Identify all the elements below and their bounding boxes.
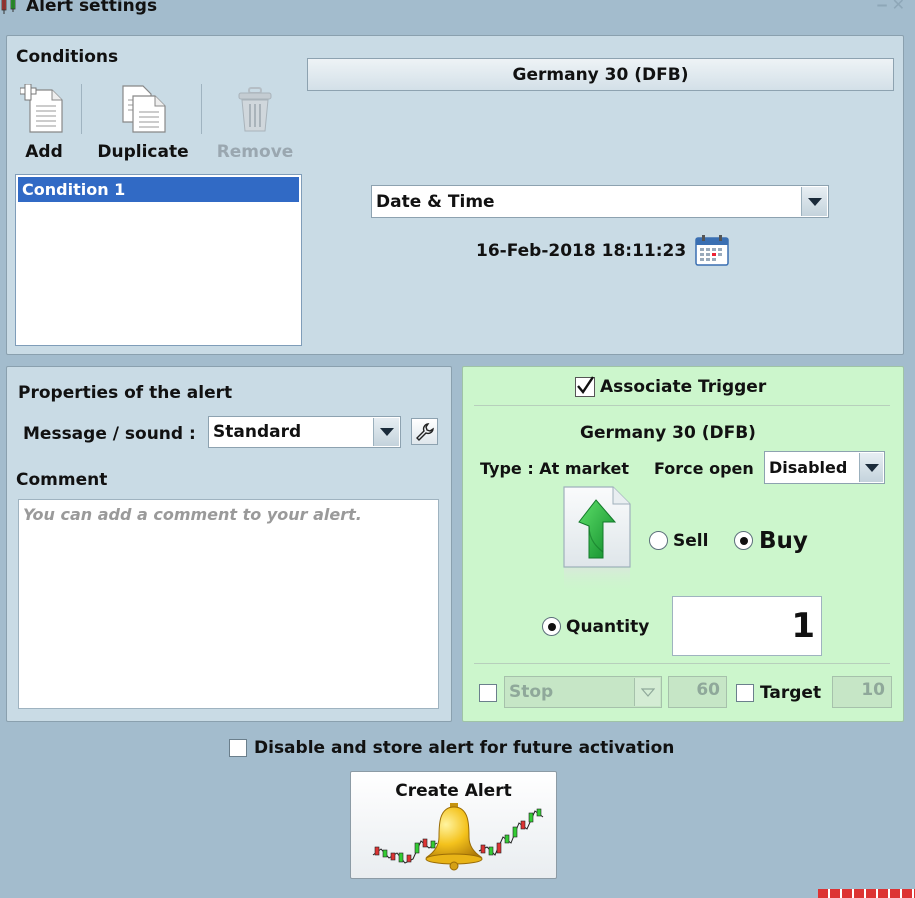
sell-radio[interactable] — [649, 531, 668, 550]
divider — [474, 405, 890, 406]
chevron-down-icon — [634, 678, 660, 706]
buy-label: Buy — [759, 528, 808, 554]
condition-type-value: Date & Time — [376, 191, 495, 212]
stop-label: Stop — [509, 682, 554, 702]
stop-value-input[interactable]: 60 — [668, 676, 727, 708]
force-open-value: Disabled — [769, 458, 848, 477]
conditions-heading: Conditions — [16, 47, 119, 67]
target-checkbox[interactable] — [736, 684, 754, 702]
target-value-input[interactable]: 10 — [832, 676, 892, 708]
minimize-icon[interactable]: ‒ — [876, 0, 891, 14]
remove-condition-button[interactable]: Remove — [212, 84, 298, 162]
target-label: Target — [760, 683, 822, 703]
stop-checkbox[interactable] — [479, 684, 497, 702]
comment-heading: Comment — [16, 470, 108, 490]
window-controls: ‒✕ — [876, 0, 909, 14]
message-sound-label: Message / sound : — [23, 424, 196, 444]
comment-textarea[interactable]: You can add a comment to your alert. — [18, 499, 439, 709]
calendar-icon[interactable] — [695, 234, 729, 270]
quantity-input[interactable]: 1 — [672, 596, 822, 656]
duplicate-condition-button[interactable]: Duplicate — [92, 84, 194, 162]
radio-dot — [547, 622, 556, 631]
associate-trigger-label: Associate Trigger — [600, 377, 767, 397]
title-bar: Alert settings ‒✕ — [0, 0, 915, 18]
quantity-label: Quantity — [566, 617, 650, 637]
stop-value: 60 — [696, 680, 720, 700]
conditions-list[interactable]: Condition 1 — [15, 174, 302, 346]
duplicate-icon — [122, 85, 166, 133]
properties-heading: Properties of the alert — [18, 383, 233, 403]
sell-label: Sell — [673, 531, 709, 551]
message-sound-select[interactable]: Standard — [208, 416, 401, 448]
chevron-down-icon — [801, 187, 827, 216]
taskbar-fragment — [818, 889, 915, 898]
wrench-button[interactable] — [411, 418, 438, 445]
remove-label: Remove — [216, 142, 294, 162]
window-title: Alert settings — [26, 0, 158, 16]
app-icon — [0, 0, 22, 20]
divider — [474, 663, 890, 664]
target-value: 10 — [861, 680, 885, 700]
message-sound-value: Standard — [213, 422, 302, 442]
order-type-text: Type : At market — [480, 459, 629, 478]
trigger-instrument: Germany 30 (DFB) — [580, 423, 756, 443]
quantity-value: 1 — [791, 606, 815, 646]
toolbar-divider — [201, 84, 202, 134]
instrument-name: Germany 30 (DFB) — [512, 64, 689, 85]
chevron-down-icon — [373, 418, 399, 446]
duplicate-label: Duplicate — [97, 142, 189, 162]
create-alert-button[interactable]: Create Alert — [350, 771, 557, 879]
disable-store-checkbox[interactable] — [229, 739, 247, 757]
toolbar-divider — [81, 84, 82, 134]
buy-arrow-icon — [553, 486, 641, 600]
chevron-down-icon — [859, 453, 883, 482]
stop-select[interactable]: Stop — [504, 676, 662, 708]
disable-store-label: Disable and store alert for future activ… — [254, 738, 675, 758]
add-label: Add — [25, 142, 63, 162]
bell-chart-icon — [372, 803, 543, 871]
list-item[interactable]: Condition 1 — [18, 177, 299, 202]
close-icon[interactable]: ✕ — [892, 0, 909, 14]
checkmark-icon — [577, 376, 594, 395]
add-document-icon — [19, 83, 63, 133]
datetime-value: 16-Feb-2018 18:11:23 — [476, 241, 687, 261]
quantity-radio[interactable] — [542, 617, 561, 636]
force-open-select[interactable]: Disabled — [764, 451, 885, 484]
instrument-header: Germany 30 (DFB) — [307, 58, 894, 91]
create-alert-label: Create Alert — [395, 781, 512, 801]
condition-type-select[interactable]: Date & Time — [371, 185, 829, 218]
associate-trigger-checkbox[interactable] — [575, 376, 595, 397]
add-condition-button[interactable]: Add — [14, 83, 74, 162]
trash-icon — [238, 87, 272, 132]
comment-placeholder: You can add a comment to your alert. — [23, 505, 362, 524]
buy-radio[interactable] — [734, 531, 753, 550]
radio-dot — [739, 536, 748, 545]
wrench-icon — [415, 422, 434, 441]
force-open-label: Force open — [654, 459, 754, 478]
